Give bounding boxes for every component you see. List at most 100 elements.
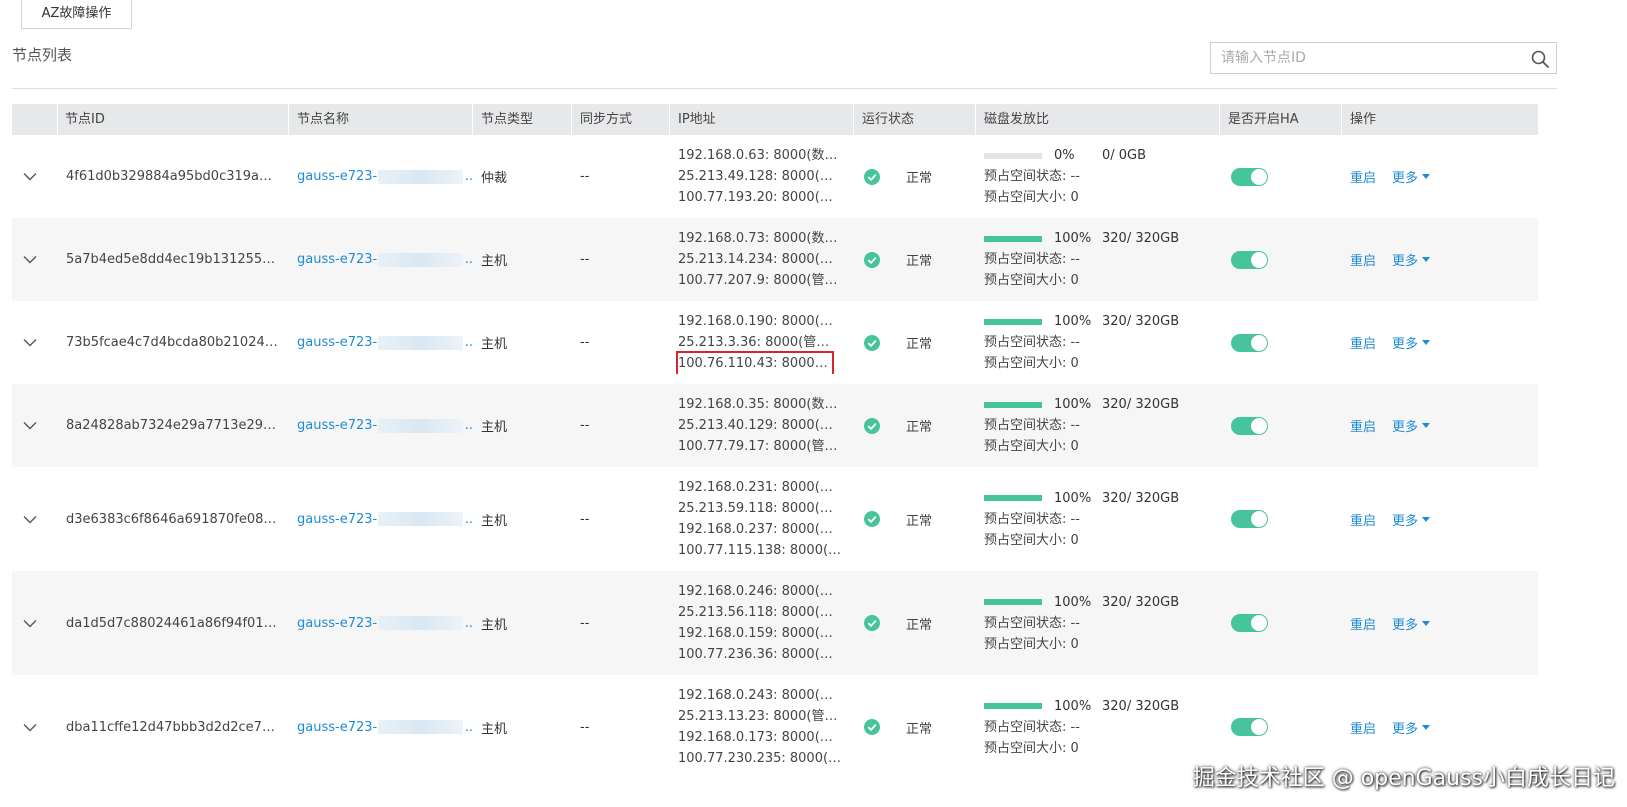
column-header-node-id: 节点ID [58,104,289,135]
more-dropdown[interactable]: 更多 [1392,167,1431,186]
table-row: 8a24828ab7324e29a7713e298df… gauss-e723-… [12,384,1538,467]
caret-down-icon [1422,174,1431,179]
restart-link[interactable]: 重启 [1350,416,1376,435]
restart-link[interactable]: 重启 [1350,510,1376,529]
search-input[interactable] [1211,43,1531,73]
disk-progress-fill [984,318,1042,325]
more-dropdown[interactable]: 更多 [1392,510,1431,529]
disk-progress-fill [984,235,1042,242]
chevron-down-icon[interactable] [23,172,37,181]
node-name-link[interactable]: gauss-e723- [297,169,377,184]
ha-toggle[interactable] [1231,416,1268,435]
run-status-cell: 正常 [854,333,976,352]
chevron-down-icon[interactable] [23,515,37,524]
node-id: dba11cffe12d47bbb3d2d2ce7c0f… [66,719,278,735]
search-icon[interactable] [1530,49,1550,69]
more-label: 更多 [1392,337,1419,352]
disk-ratio-cell: 100% 320/ 320GB 预占空间状态: -- 预占空间大小: 0 [976,592,1220,655]
ha-toggle[interactable] [1231,333,1268,352]
check-circle-icon [864,334,880,351]
ha-toggle[interactable] [1231,718,1268,736]
more-dropdown[interactable]: 更多 [1392,718,1431,737]
restart-link[interactable]: 重启 [1350,167,1376,186]
more-dropdown[interactable]: 更多 [1392,250,1431,269]
chevron-down-icon[interactable] [23,255,37,264]
node-name-link[interactable]: gauss-e723- [297,512,377,527]
ip-address-line: 100.77.79.17: 8000(管理… [678,439,842,454]
caret-down-icon [1422,257,1431,262]
node-id-cell: 5a7b4ed5e8dd4ec19b13125550… [58,252,289,267]
table-row: d3e6383c6f8646a691870fe08ee… gauss-e723-… [12,467,1538,571]
ip-address-line: 192.168.0.173: 8000(浮… [678,730,842,745]
expand-cell [12,338,58,347]
disk-progress-bar [984,703,1042,709]
node-name-ellipsis: .. [464,615,473,631]
operations-cell: 重启 更多 [1342,416,1538,435]
redacted-name [378,418,463,433]
chevron-down-icon[interactable] [23,421,37,430]
disk-ratio-cell: 100% 320/ 320GB 预占空间状态: -- 预占空间大小: 0 [976,311,1220,374]
node-type: 主机 [481,617,508,633]
section-title: 节点列表 [12,46,73,64]
disk-progress-bar [984,599,1042,605]
more-dropdown[interactable]: 更多 [1392,614,1431,633]
node-type: 主机 [481,513,508,529]
ha-toggle[interactable] [1231,250,1268,269]
redacted-name [378,616,463,630]
reserve-space-status: 预占空间状态: -- [984,169,1080,184]
restart-link[interactable]: 重启 [1350,333,1376,352]
ha-toggle[interactable] [1231,614,1268,632]
operations-cell: 重启 更多 [1342,718,1538,737]
restart-link[interactable]: 重启 [1350,614,1376,633]
reserve-space-status: 预占空间状态: -- [984,252,1080,267]
chevron-down-icon[interactable] [23,723,37,732]
ip-address-line: 25.213.14.234: 8000(管… [678,252,842,267]
run-status-cell: 正常 [854,167,976,186]
node-name-link[interactable]: gauss-e723- [297,335,377,350]
ip-address-line: 25.213.3.36: 8000(管理ip) [678,335,842,350]
node-name-link[interactable]: gauss-e723- [297,616,377,631]
chevron-down-icon[interactable] [23,338,37,347]
ip-address-line: 25.213.13.23: 8000(管理ip) [678,709,842,724]
status-text: 正常 [906,171,933,186]
ip-address-line: 192.168.0.73: 8000(数据ip) [678,231,842,246]
more-dropdown[interactable]: 更多 [1392,333,1431,352]
disk-percent: 100% [1054,314,1092,329]
disk-ratio-cell: 100% 320/ 320GB 预占空间状态: -- 预占空间大小: 0 [976,488,1220,551]
ip-address-line: 192.168.0.63: 8000(数据ip) [678,148,842,163]
ip-address-line: 100.77.236.36: 8000(管… [678,647,842,662]
restart-link[interactable]: 重启 [1350,718,1376,737]
node-name-ellipsis: .. [464,252,473,267]
node-type: 主机 [481,721,508,737]
ip-address-cell: 192.168.0.190: 8000(数… 25.213.3.36: 8000(… [670,311,854,374]
az-fault-operation-button[interactable]: AZ故障操作 [21,0,132,29]
chevron-down-icon[interactable] [23,619,37,628]
node-type: 主机 [481,337,508,352]
check-circle-icon [864,615,880,631]
disk-progress-fill [984,599,1042,605]
divider [12,88,1557,89]
node-id: 4f61d0b329884a95bd0c319a4b3… [66,169,278,184]
ha-toggle[interactable] [1231,510,1268,528]
node-name-link[interactable]: gauss-e723- [297,418,377,433]
ha-cell [1220,250,1342,269]
ha-cell [1220,167,1342,186]
disk-capacity: 320/ 320GB [1102,314,1180,329]
node-id-cell: 73b5fcae4c7d4bcda80b21024da… [58,335,289,350]
status-text: 正常 [906,420,933,435]
run-status-cell: 正常 [854,614,976,633]
ip-address-line: 192.168.0.190: 8000(数… [678,314,842,329]
node-name-link[interactable]: gauss-e723- [297,252,377,267]
node-name-link[interactable]: gauss-e723- [297,720,377,735]
restart-link[interactable]: 重启 [1350,250,1376,269]
disk-percent: 100% [1054,698,1092,714]
caret-down-icon [1422,620,1431,626]
ha-toggle[interactable] [1231,167,1268,186]
table-row: 5a7b4ed5e8dd4ec19b13125550… gauss-e723- … [12,218,1538,301]
disk-ratio-cell: 0% 0/ 0GB 预占空间状态: -- 预占空间大小: 0 [976,145,1220,208]
sync-mode: -- [580,615,590,631]
check-circle-icon [864,168,880,185]
column-header-expand [12,104,58,135]
more-label: 更多 [1392,254,1419,269]
more-dropdown[interactable]: 更多 [1392,416,1431,435]
